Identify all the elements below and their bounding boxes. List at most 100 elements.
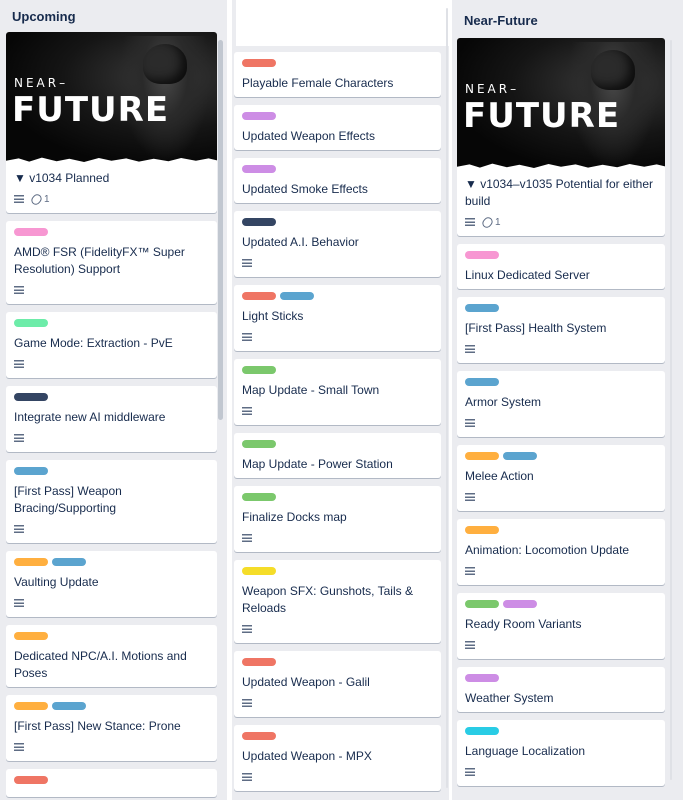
card[interactable]: Vaulting Update: [6, 551, 217, 617]
label-orange[interactable]: [465, 526, 499, 534]
label-blue[interactable]: [14, 467, 48, 475]
card-title: Ready Room Variants: [465, 617, 582, 631]
label-pink[interactable]: [465, 251, 499, 259]
label-orange[interactable]: [465, 452, 499, 460]
card-title: Game Mode: Extraction - PvE: [14, 336, 173, 350]
label-red[interactable]: [14, 776, 48, 784]
card-title: Dedicated NPC/A.I. Motions and Poses: [14, 649, 187, 680]
card-labels: [242, 493, 433, 501]
attachment-badge: 1: [29, 191, 50, 207]
label-green[interactable]: [242, 493, 276, 501]
card[interactable]: Updated Smoke Effects: [234, 158, 441, 203]
card[interactable]: Armor System: [457, 371, 665, 437]
card-badges: [242, 328, 433, 346]
card-labels: [242, 59, 433, 67]
card[interactable]: Melee Action: [457, 445, 665, 511]
list-title[interactable]: Near-Future: [452, 0, 683, 36]
description-icon: [242, 773, 252, 781]
label-red[interactable]: [242, 59, 276, 67]
card-labels: [242, 218, 433, 226]
card-labels: [14, 228, 209, 236]
card-labels: [465, 452, 657, 460]
card[interactable]: AMD® FSR (FidelityFX™ Super Resolution) …: [6, 221, 217, 304]
description-icon: [242, 534, 252, 542]
label-navy[interactable]: [14, 393, 48, 401]
label-blue[interactable]: [465, 378, 499, 386]
label-orange[interactable]: [14, 702, 48, 710]
card[interactable]: Finalize Docks map: [234, 486, 441, 552]
card[interactable]: NEAR– FUTURE ▼ v1034 Planned 1: [6, 32, 217, 213]
card[interactable]: Game Mode: Extraction - PvE: [6, 312, 217, 378]
card-badges: [242, 402, 433, 420]
label-purple[interactable]: [465, 674, 499, 682]
label-navy[interactable]: [242, 218, 276, 226]
card[interactable]: Integrate new AI middleware: [6, 386, 217, 452]
label-blue[interactable]: [280, 292, 314, 300]
description-icon: [465, 345, 475, 353]
card[interactable]: Ready Room Variants: [457, 593, 665, 659]
list-title[interactable]: Upcoming: [0, 0, 227, 30]
label-purple[interactable]: [503, 600, 537, 608]
card[interactable]: Linux Dedicated Server: [457, 244, 665, 289]
card[interactable]: Updated Weapon - Galil: [234, 651, 441, 717]
cover-logo-small: NEAR–: [14, 76, 69, 90]
card[interactable]: [First Pass] Weapon Bracing/Supporting: [6, 460, 217, 543]
label-yellow[interactable]: [242, 567, 276, 575]
card[interactable]: Map Update - Small Town: [234, 359, 441, 425]
card[interactable]: Map Update - Power Station: [234, 433, 441, 478]
label-red[interactable]: [242, 292, 276, 300]
paperclip-icon: [480, 214, 495, 230]
list-title[interactable]: [236, 0, 449, 46]
label-blue[interactable]: [465, 304, 499, 312]
card-labels: [242, 165, 433, 173]
label-mint[interactable]: [14, 319, 48, 327]
scrollbar[interactable]: [446, 8, 448, 788]
label-orange[interactable]: [14, 632, 48, 640]
label-red[interactable]: [242, 658, 276, 666]
card-labels: [14, 319, 209, 327]
label-sky[interactable]: [465, 727, 499, 735]
label-blue[interactable]: [52, 558, 86, 566]
label-purple[interactable]: [242, 165, 276, 173]
card[interactable]: [First Pass] Health System: [457, 297, 665, 363]
card-labels: [465, 727, 657, 735]
card-labels: [242, 732, 433, 740]
card-title: Updated A.I. Behavior: [242, 235, 359, 249]
card-labels: [242, 440, 433, 448]
card[interactable]: Updated Weapon - MPX: [234, 725, 441, 791]
label-pink[interactable]: [14, 228, 48, 236]
card[interactable]: Dedicated NPC/A.I. Motions and Poses: [6, 625, 217, 687]
label-green[interactable]: [242, 366, 276, 374]
label-purple[interactable]: [242, 112, 276, 120]
card[interactable]: Updated Weapon Effects: [234, 105, 441, 150]
label-blue[interactable]: [52, 702, 86, 710]
card[interactable]: [First Pass] New Stance: Prone: [6, 695, 217, 761]
scrollbar[interactable]: [670, 40, 672, 780]
label-green[interactable]: [242, 440, 276, 448]
card[interactable]: Light Sticks: [234, 285, 441, 351]
list-near-future: Near-Future NEAR– FUTURE ▼ v1034–v1035 Pot…: [452, 0, 683, 800]
card[interactable]: Language Localization: [457, 720, 665, 786]
card[interactable]: [6, 769, 217, 797]
card-badges: [14, 594, 209, 612]
label-green[interactable]: [465, 600, 499, 608]
card[interactable]: NEAR– FUTURE ▼ v1034–v1035 Potential for e…: [457, 38, 665, 236]
card-badges: [14, 355, 209, 373]
label-blue[interactable]: [503, 452, 537, 460]
card[interactable]: Playable Female Characters: [234, 52, 441, 97]
description-icon: [242, 625, 252, 633]
card[interactable]: Updated A.I. Behavior: [234, 211, 441, 277]
card-title: Language Localization: [465, 744, 586, 758]
card[interactable]: Weather System: [457, 667, 665, 712]
label-red[interactable]: [242, 732, 276, 740]
card-labels: [242, 366, 433, 374]
label-orange[interactable]: [14, 558, 48, 566]
card[interactable]: Weapon SFX: Gunshots, Tails & Reloads: [234, 560, 441, 643]
card[interactable]: Animation: Locomotion Update: [457, 519, 665, 585]
card-badges: 1: [465, 213, 657, 231]
scrollbar[interactable]: [218, 40, 223, 420]
card-labels: [465, 674, 657, 682]
card-badges: [465, 414, 657, 432]
card-labels: [242, 567, 433, 575]
description-icon: [465, 419, 475, 427]
